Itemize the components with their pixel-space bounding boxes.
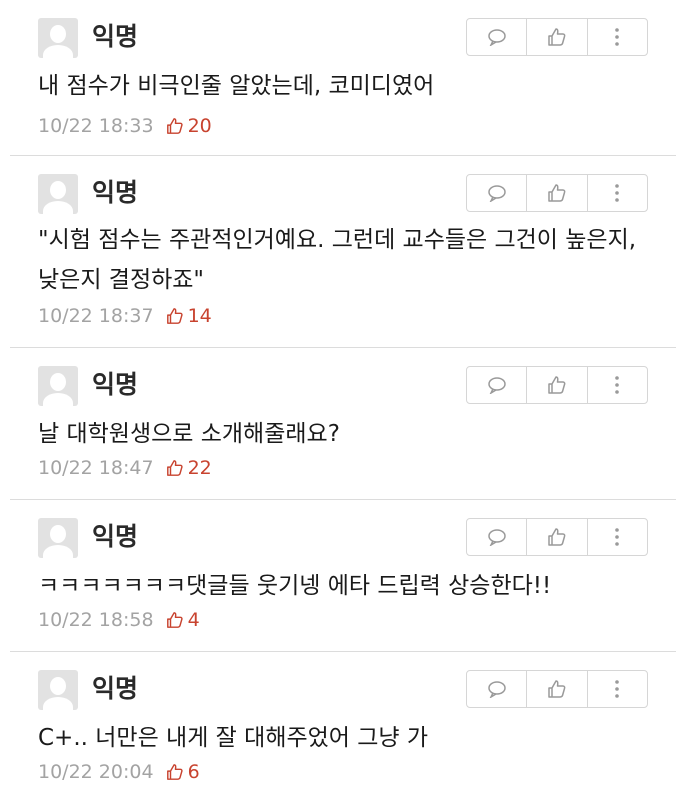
thumbs-up-icon xyxy=(166,118,183,134)
comment-meta: 10/22 18:47 22 xyxy=(38,456,212,480)
comment-author: 익명 xyxy=(92,522,139,551)
thumbs-up-icon xyxy=(548,28,566,46)
reply-button[interactable] xyxy=(467,671,526,707)
like-button[interactable] xyxy=(526,19,586,55)
comment-timestamp: 10/22 18:58 xyxy=(38,609,154,631)
comment-meta: 10/22 18:37 14 xyxy=(38,304,212,328)
thumbs-up-icon xyxy=(548,184,566,202)
reply-button[interactable] xyxy=(467,19,526,55)
comment-timestamp: 10/22 20:04 xyxy=(38,761,154,783)
comment-timestamp: 10/22 18:33 xyxy=(38,115,154,137)
comment-item: 익명 ㅋㅋㅋㅋㅋㅋㅋ댓글들 웃기넹 에타 드립력 상승한다!! 10/22 18… xyxy=(10,500,676,652)
like-count: 22 xyxy=(166,456,212,480)
like-button[interactable] xyxy=(526,671,586,707)
reply-button[interactable] xyxy=(467,367,526,403)
comment-item: 익명 내 점수가 비극인줄 알았는데, 코미디였어 10/22 18:33 20 xyxy=(10,0,676,156)
speech-bubble-icon xyxy=(487,377,506,394)
comment-author: 익명 xyxy=(92,370,139,399)
user-avatar-icon xyxy=(38,518,78,558)
like-count-value: 14 xyxy=(187,305,212,327)
comment-action-group xyxy=(466,518,648,556)
like-count: 4 xyxy=(166,608,200,632)
comment-item: 익명 C+.. 너만은 내게 잘 대해주었어 그냥 가 10/22 20:04 … xyxy=(10,652,676,799)
comment-text: ㅋㅋㅋㅋㅋㅋㅋ댓글들 웃기넹 에타 드립력 상승한다!! xyxy=(38,573,552,599)
like-count-value: 4 xyxy=(187,609,200,631)
comment-text: "시험 점수는 주관적인거예요. 그런데 교수들은 그건이 높은지, 낮은지 결… xyxy=(38,227,637,293)
like-count: 14 xyxy=(166,304,212,328)
reply-button[interactable] xyxy=(467,519,526,555)
speech-bubble-icon xyxy=(487,529,506,546)
comment-action-group xyxy=(466,670,648,708)
more-button[interactable] xyxy=(586,175,647,211)
like-count: 6 xyxy=(166,760,200,784)
comment-author: 익명 xyxy=(92,178,139,207)
like-count-value: 6 xyxy=(187,761,200,783)
more-vertical-icon xyxy=(615,28,620,46)
more-vertical-icon xyxy=(615,680,620,698)
comment-text: 내 점수가 비극인줄 알았는데, 코미디였어 xyxy=(38,73,435,99)
user-avatar-icon xyxy=(38,18,78,58)
more-button[interactable] xyxy=(586,671,647,707)
user-avatar-icon xyxy=(38,174,78,214)
like-button[interactable] xyxy=(526,367,586,403)
comment-meta: 10/22 18:33 20 xyxy=(38,114,212,138)
more-vertical-icon xyxy=(615,184,620,202)
like-count-value: 20 xyxy=(187,115,212,137)
comment-text: C+.. 너만은 내게 잘 대해주었어 그냥 가 xyxy=(38,725,429,751)
like-button[interactable] xyxy=(526,519,586,555)
thumbs-up-icon xyxy=(166,764,183,780)
comment-meta: 10/22 18:58 4 xyxy=(38,608,200,632)
like-count: 20 xyxy=(166,114,212,138)
comment-author: 익명 xyxy=(92,674,139,703)
like-button[interactable] xyxy=(526,175,586,211)
comment-item: 익명 날 대학원생으로 소개해줄래요? 10/22 18:47 22 xyxy=(10,348,676,500)
speech-bubble-icon xyxy=(487,681,506,698)
comment-action-group xyxy=(466,174,648,212)
comment-item: 익명 "시험 점수는 주관적인거예요. 그런데 교수들은 그건이 높은지, 낮은… xyxy=(10,156,676,348)
reply-button[interactable] xyxy=(467,175,526,211)
speech-bubble-icon xyxy=(487,185,506,202)
thumbs-up-icon xyxy=(166,612,183,628)
comment-timestamp: 10/22 18:47 xyxy=(38,457,154,479)
thumbs-up-icon xyxy=(548,528,566,546)
comment-meta: 10/22 20:04 6 xyxy=(38,760,200,784)
more-button[interactable] xyxy=(586,367,647,403)
comment-action-group xyxy=(466,366,648,404)
more-vertical-icon xyxy=(615,528,620,546)
thumbs-up-icon xyxy=(548,680,566,698)
thumbs-up-icon xyxy=(166,460,183,476)
user-avatar-icon xyxy=(38,670,78,710)
more-button[interactable] xyxy=(586,519,647,555)
user-avatar-icon xyxy=(38,366,78,406)
comment-text: 날 대학원생으로 소개해줄래요? xyxy=(38,421,340,447)
more-button[interactable] xyxy=(586,19,647,55)
like-count-value: 22 xyxy=(187,457,212,479)
thumbs-up-icon xyxy=(548,376,566,394)
comment-timestamp: 10/22 18:37 xyxy=(38,305,154,327)
speech-bubble-icon xyxy=(487,29,506,46)
comment-author: 익명 xyxy=(92,22,139,51)
thumbs-up-icon xyxy=(166,308,183,324)
comment-action-group xyxy=(466,18,648,56)
more-vertical-icon xyxy=(615,376,620,394)
